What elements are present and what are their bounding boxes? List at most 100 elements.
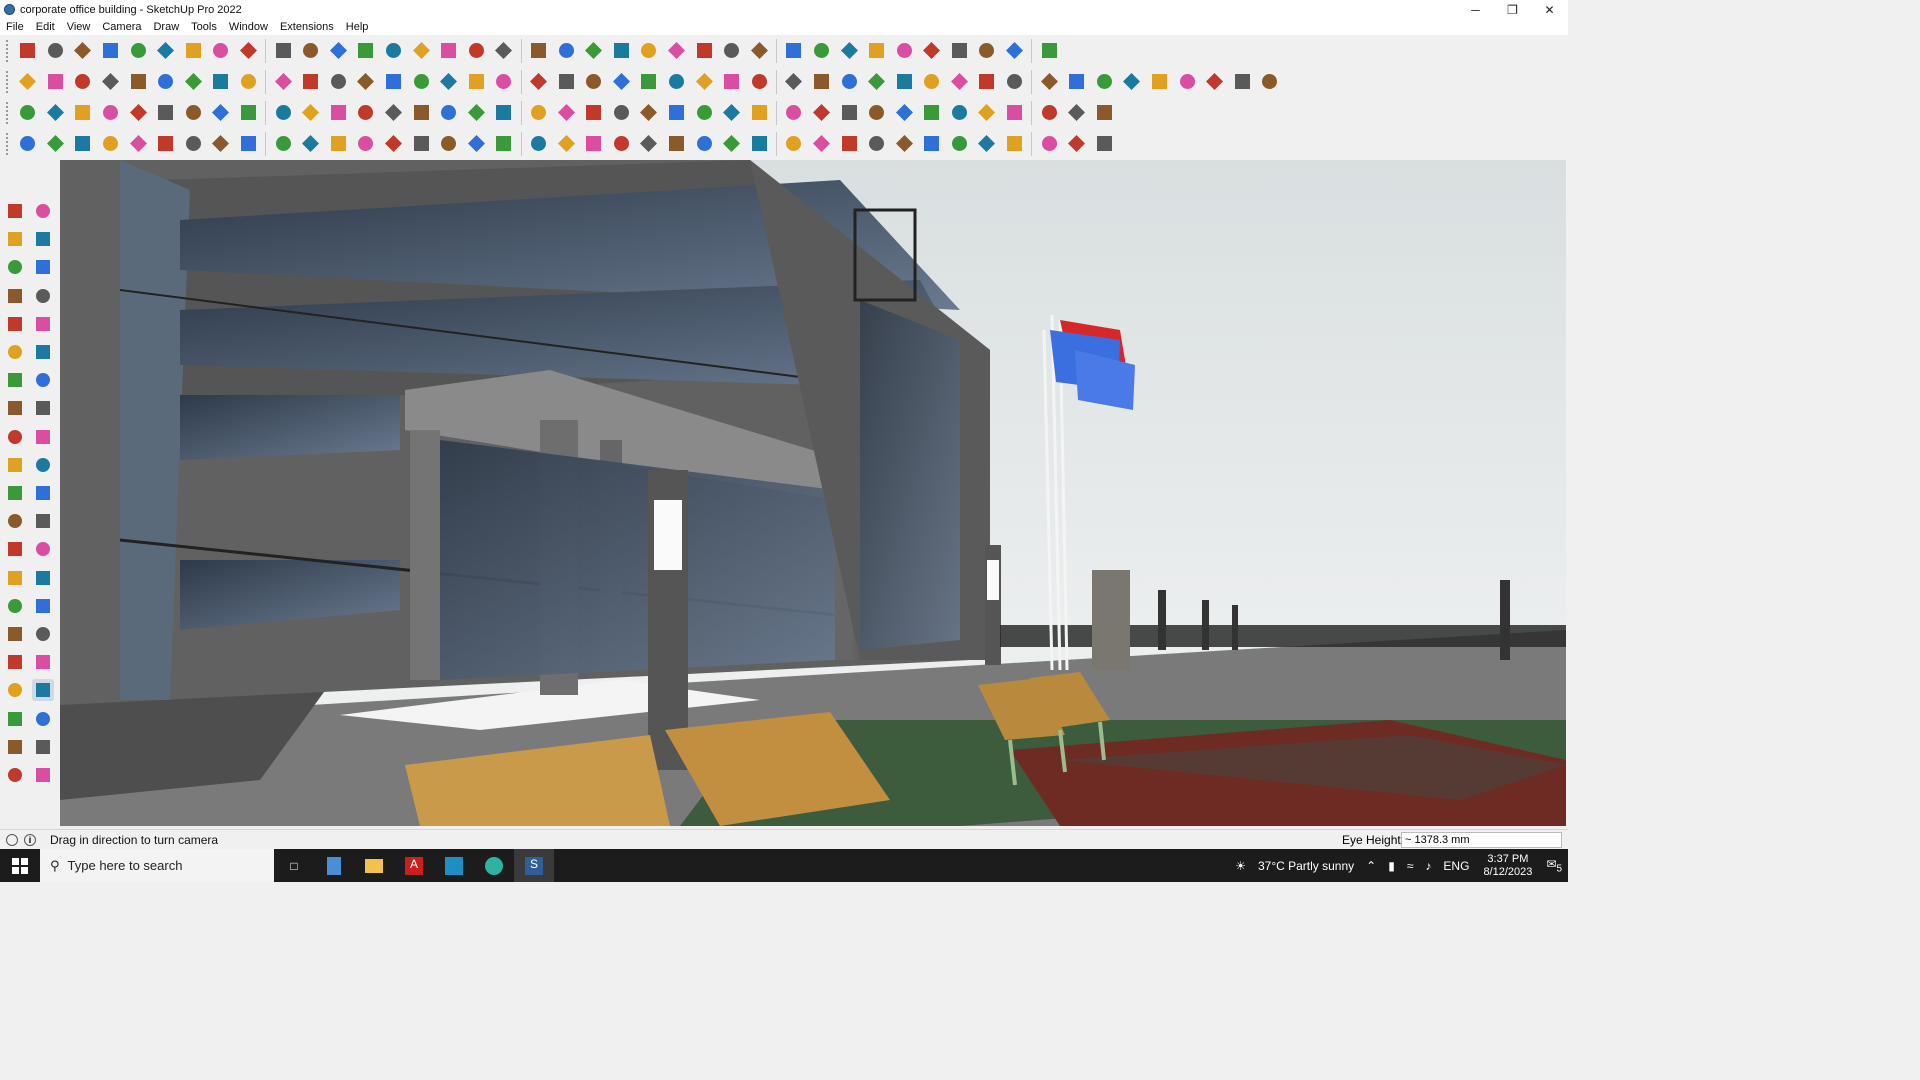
toolbar-tool-icon[interactable] (410, 133, 432, 155)
toolbar-tool-icon[interactable] (383, 133, 405, 155)
toolbar-tool-icon[interactable] (182, 40, 204, 62)
toolbar-tool-icon[interactable] (355, 71, 377, 93)
toolbar-tool-icon[interactable] (1038, 133, 1060, 155)
toolbar-tool-icon[interactable] (583, 133, 605, 155)
toolbar-tool-icon[interactable] (272, 133, 294, 155)
sketchup-taskbar-icon[interactable]: S (514, 849, 554, 882)
toolbar-tool-icon[interactable] (100, 71, 122, 93)
toolbar-tool-icon[interactable] (410, 71, 432, 93)
battery-icon[interactable]: ▮ (1388, 859, 1395, 873)
toolbar-tool-icon[interactable] (438, 40, 460, 62)
toolbar-tool-icon[interactable] (182, 133, 204, 155)
toolbar-tool-icon[interactable] (555, 71, 577, 93)
toolbar-tool-icon[interactable] (921, 40, 943, 62)
toolbar-tool-icon[interactable] (493, 71, 515, 93)
toolbar-tool-icon[interactable] (493, 133, 515, 155)
scale-icon[interactable] (4, 482, 26, 504)
toolbar-tool-icon[interactable] (210, 71, 232, 93)
toolbar-tool-icon[interactable] (921, 102, 943, 124)
toolbar-tool-icon[interactable] (866, 40, 888, 62)
toolbar-tool-icon[interactable] (44, 102, 66, 124)
toolbar-tool-icon[interactable] (1066, 71, 1088, 93)
close-button[interactable]: ✕ (1531, 0, 1568, 19)
rectangle-icon[interactable] (4, 313, 26, 335)
toolbar-tool-icon[interactable] (1093, 102, 1115, 124)
orbit-tool-icon[interactable] (4, 595, 26, 617)
toolbar-tool-icon[interactable] (238, 71, 260, 93)
acrobat-app-icon[interactable]: A (394, 849, 434, 882)
toolbar-tool-icon[interactable] (665, 71, 687, 93)
toolbar-tool-icon[interactable] (783, 40, 805, 62)
toolbar-tool-icon[interactable] (44, 133, 66, 155)
position-camera-icon[interactable] (4, 679, 26, 701)
notification-icon[interactable]: ✉5 (1546, 857, 1562, 874)
toolbar-tool-icon[interactable] (810, 40, 832, 62)
text-icon[interactable] (32, 510, 54, 532)
toolbar-tool-icon[interactable] (1176, 71, 1198, 93)
toolbar-tool-icon[interactable] (438, 133, 460, 155)
tape-icon[interactable] (4, 510, 26, 532)
toolbar-tool-icon[interactable] (976, 133, 998, 155)
toolbar-tool-icon[interactable] (17, 71, 39, 93)
toolbar-tool-icon[interactable] (721, 71, 743, 93)
menu-tools[interactable]: Tools (185, 21, 223, 33)
menu-help[interactable]: Help (340, 21, 375, 33)
sketchup-taskbar-icon-3[interactable] (434, 849, 474, 882)
toolbar-tool-icon[interactable] (1093, 133, 1115, 155)
toolbar-tool-icon[interactable] (1231, 71, 1253, 93)
rotate-icon[interactable] (4, 454, 26, 476)
toolbar-tool-icon[interactable] (44, 40, 66, 62)
toolbar-tool-icon[interactable] (838, 71, 860, 93)
eraser-icon[interactable] (32, 228, 54, 250)
toolbar-tool-icon[interactable] (1004, 40, 1026, 62)
toolbar-tool-icon[interactable] (1004, 71, 1026, 93)
menu-edit[interactable]: Edit (30, 21, 61, 33)
toolbar-tool-icon[interactable] (583, 40, 605, 62)
toolbar-tool-icon[interactable] (1259, 71, 1281, 93)
toolbar-tool-icon[interactable] (72, 102, 94, 124)
toolbar-tool-icon[interactable] (1093, 71, 1115, 93)
protractor-icon[interactable] (4, 538, 26, 560)
toolbar-tool-icon[interactable] (272, 71, 294, 93)
walk-icon[interactable] (4, 708, 26, 730)
layers-icon[interactable] (4, 736, 26, 758)
toolbar-tool-icon[interactable] (155, 71, 177, 93)
toolbar-tool-icon[interactable] (838, 133, 860, 155)
pencil-icon[interactable] (32, 256, 54, 278)
stack-icon[interactable] (4, 764, 26, 786)
toolbar-tool-icon[interactable] (527, 133, 549, 155)
toolbar-tool-icon[interactable] (238, 102, 260, 124)
toolbar-tool-icon[interactable] (1066, 133, 1088, 155)
3-point-arc-icon[interactable] (32, 397, 54, 419)
toolbar-tool-icon[interactable] (410, 40, 432, 62)
3d-text-icon[interactable] (32, 538, 54, 560)
toolbar-tool-icon[interactable] (866, 71, 888, 93)
arc-icon[interactable] (4, 369, 26, 391)
toolbar-tool-icon[interactable] (1038, 102, 1060, 124)
toolbar-tool-icon[interactable] (465, 40, 487, 62)
toolbar-tool-icon[interactable] (182, 102, 204, 124)
toolbar-tool-icon[interactable] (1038, 71, 1060, 93)
toolbar-tool-icon[interactable] (638, 40, 660, 62)
menu-view[interactable]: View (61, 21, 97, 33)
minimize-button[interactable]: ─ (1457, 0, 1494, 19)
toolbar-tool-icon[interactable] (810, 102, 832, 124)
toolbar-tool-icon[interactable] (17, 40, 39, 62)
toolbar-tool-icon[interactable] (1004, 133, 1026, 155)
toolbar-tool-icon[interactable] (327, 40, 349, 62)
toolbar-tool-icon[interactable] (410, 102, 432, 124)
toolbar-tool-icon[interactable] (100, 40, 122, 62)
calculator-app-icon[interactable] (314, 849, 354, 882)
toolbar-tool-icon[interactable] (721, 102, 743, 124)
toolbar-tool-icon[interactable] (465, 133, 487, 155)
toolbar-tool-icon[interactable] (638, 102, 660, 124)
offset-icon[interactable] (32, 482, 54, 504)
toolbar-tool-icon[interactable] (127, 102, 149, 124)
toolbar-tool-icon[interactable] (355, 133, 377, 155)
toolbar-tool-icon[interactable] (783, 102, 805, 124)
toolbar-tool-icon[interactable] (327, 133, 349, 155)
toolbar-tool-icon[interactable] (493, 40, 515, 62)
3d-viewport[interactable] (60, 160, 1566, 826)
toolbar-tool-icon[interactable] (527, 102, 549, 124)
toolbar-tool-icon[interactable] (976, 102, 998, 124)
